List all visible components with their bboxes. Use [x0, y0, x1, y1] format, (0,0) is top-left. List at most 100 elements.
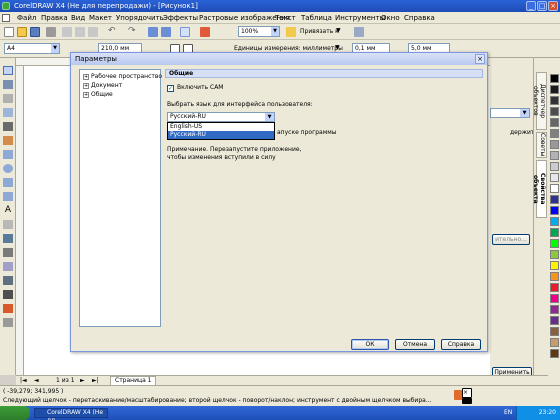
- redo-icon[interactable]: ↷: [128, 27, 138, 37]
- cut-icon[interactable]: [62, 27, 72, 37]
- palette-swatch[interactable]: [550, 228, 559, 237]
- docker-more-button[interactable]: ительно...: [492, 234, 530, 245]
- eyedropper-tool-icon[interactable]: [3, 276, 13, 285]
- tab-hints[interactable]: Советы: [536, 132, 547, 158]
- fill-tool-icon[interactable]: [3, 304, 13, 313]
- full-screen-icon[interactable]: [286, 27, 296, 37]
- table-tool-icon[interactable]: [3, 220, 13, 229]
- palette-swatch[interactable]: [550, 140, 559, 149]
- polygon-tool-icon[interactable]: [3, 178, 13, 187]
- chevron-down-icon[interactable]: ▼: [271, 27, 279, 36]
- minimize-button[interactable]: _: [526, 1, 536, 11]
- first-page-icon[interactable]: |◄: [20, 377, 27, 385]
- outline-indicator-icon[interactable]: ×: [462, 388, 472, 398]
- palette-swatch[interactable]: [550, 294, 559, 303]
- ok-button[interactable]: ОК: [351, 339, 389, 350]
- docker-combo[interactable]: ▼: [490, 108, 530, 118]
- menu-arrange[interactable]: Упорядочить: [116, 13, 164, 23]
- start-button[interactable]: [0, 406, 30, 420]
- palette-swatch[interactable]: [550, 349, 559, 358]
- window-title-bar[interactable]: CorelDRAW X4 (Не для перепродажи) - [Рис…: [0, 0, 560, 12]
- export-icon[interactable]: [161, 27, 171, 37]
- tab-object-manager[interactable]: Диспетчер объектов: [532, 72, 547, 130]
- menu-layout[interactable]: Макет: [89, 13, 112, 23]
- menu-help[interactable]: Справка: [404, 13, 435, 23]
- corel-online-icon[interactable]: [200, 27, 210, 37]
- next-page-icon[interactable]: ►: [80, 377, 85, 385]
- palette-swatch[interactable]: [550, 305, 559, 314]
- document-control-icon[interactable]: [2, 14, 10, 22]
- enable-cam-label[interactable]: Включить CAM: [177, 84, 223, 92]
- menu-edit[interactable]: Правка: [41, 13, 68, 23]
- dialog-close-button[interactable]: ×: [475, 54, 485, 64]
- close-button[interactable]: ×: [548, 1, 558, 11]
- palette-swatch[interactable]: [550, 261, 559, 270]
- undo-icon[interactable]: ↶: [108, 27, 118, 37]
- menu-table[interactable]: Таблица: [301, 13, 332, 23]
- palette-swatch[interactable]: [550, 129, 559, 138]
- palette-swatch[interactable]: [550, 217, 559, 226]
- text-tool-icon[interactable]: A: [3, 206, 13, 215]
- palette-swatch[interactable]: [550, 283, 559, 292]
- copy-icon[interactable]: [75, 27, 85, 37]
- shape-tool-icon[interactable]: [3, 80, 13, 89]
- language-indicator[interactable]: EN: [504, 409, 512, 417]
- menu-window[interactable]: Окно: [381, 13, 400, 23]
- help-button[interactable]: Справка: [441, 339, 481, 350]
- pick-tool-icon[interactable]: [3, 66, 13, 75]
- chevron-down-icon[interactable]: ▼: [51, 44, 59, 53]
- menu-effects[interactable]: Эффекты: [163, 13, 198, 23]
- menu-view[interactable]: Вид: [71, 13, 85, 23]
- paste-icon[interactable]: [88, 27, 98, 37]
- palette-swatch[interactable]: [550, 239, 559, 248]
- menu-file[interactable]: Файл: [17, 13, 36, 23]
- menu-text[interactable]: Текст: [275, 13, 296, 23]
- print-icon[interactable]: [46, 27, 56, 37]
- cancel-button[interactable]: Отмена: [395, 339, 435, 350]
- chevron-down-icon[interactable]: ▼: [336, 27, 346, 37]
- tree-item-workspace[interactable]: + Рабочее пространство: [83, 73, 162, 81]
- tree-item-global[interactable]: + Общие: [83, 91, 113, 99]
- palette-swatch[interactable]: [550, 206, 559, 215]
- palette-swatch[interactable]: [550, 250, 559, 259]
- app-launcher-icon[interactable]: [180, 27, 190, 37]
- palette-swatch[interactable]: [550, 173, 559, 182]
- palette-swatch[interactable]: [550, 184, 559, 193]
- zoom-combo[interactable]: 100% ▼: [238, 26, 280, 37]
- expand-icon[interactable]: +: [83, 82, 89, 89]
- snap-to-label[interactable]: Привязать к: [300, 28, 339, 36]
- basic-shapes-tool-icon[interactable]: [3, 192, 13, 201]
- language-select[interactable]: Русский-RU ▼: [167, 112, 275, 122]
- palette-swatch[interactable]: [550, 162, 559, 171]
- chevron-down-icon[interactable]: ▼: [520, 109, 529, 117]
- ellipse-tool-icon[interactable]: [3, 164, 13, 173]
- interactive-fill-tool-icon[interactable]: [3, 318, 13, 327]
- zoom-tool-icon[interactable]: [3, 108, 13, 117]
- menu-tools[interactable]: Инструменты: [335, 13, 385, 23]
- previous-page-icon[interactable]: ◄: [34, 377, 39, 385]
- connector-tool-icon[interactable]: [3, 248, 13, 257]
- taskbar-coreldraw-item[interactable]: CorelDRAW X4 (Не дл...: [34, 408, 108, 420]
- palette-swatch[interactable]: [550, 96, 559, 105]
- freehand-tool-icon[interactable]: [3, 122, 13, 131]
- tab-object-properties[interactable]: Свойства объекта: [532, 160, 547, 218]
- palette-swatch[interactable]: [550, 118, 559, 127]
- palette-swatch[interactable]: [550, 85, 559, 94]
- language-option-russian[interactable]: Русский-RU: [168, 131, 274, 139]
- page-size-combo[interactable]: A4 ▼: [4, 43, 60, 54]
- new-document-icon[interactable]: [4, 27, 14, 37]
- maximize-button[interactable]: □: [537, 1, 547, 11]
- vertical-ruler[interactable]: [16, 66, 24, 375]
- outline-color-swatch[interactable]: [462, 398, 472, 404]
- import-icon[interactable]: [148, 27, 158, 37]
- tree-item-document[interactable]: + Документ: [83, 82, 122, 90]
- expand-icon[interactable]: +: [83, 73, 89, 80]
- outline-tool-icon[interactable]: [3, 290, 13, 299]
- expand-icon[interactable]: +: [83, 91, 89, 98]
- last-page-icon[interactable]: ►|: [92, 377, 99, 385]
- dimension-tool-icon[interactable]: [3, 234, 13, 243]
- palette-swatch[interactable]: [550, 316, 559, 325]
- palette-swatch[interactable]: [550, 74, 559, 83]
- options-icon[interactable]: [354, 27, 364, 37]
- enable-cam-checkbox[interactable]: ✓: [167, 85, 174, 92]
